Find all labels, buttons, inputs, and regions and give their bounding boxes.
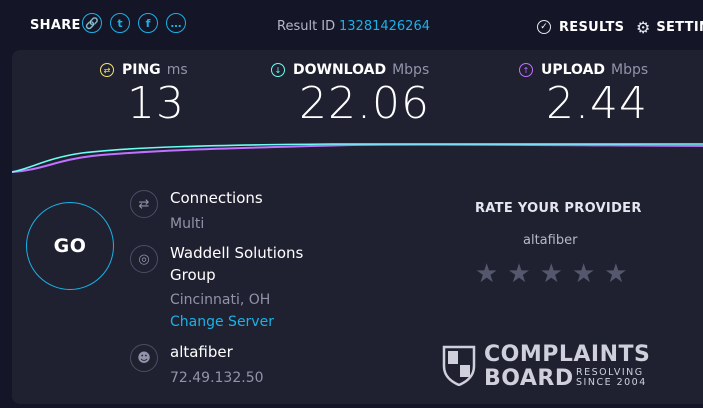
facebook-icon[interactable]: f [138, 13, 158, 33]
shield-icon [442, 345, 476, 386]
watermark-logo: COMPLAINTS BOARD RESOLVING SINCE 2004 [442, 342, 682, 392]
provider-name: altafiber [523, 233, 578, 248]
download-unit: Mbps [392, 62, 430, 78]
upload-icon: ↑ [519, 63, 533, 77]
settings-label: SETTINGS [656, 19, 703, 35]
download-label: DOWNLOAD [293, 62, 387, 78]
upload-graph-line [12, 143, 703, 173]
star-icon[interactable]: ★ [604, 261, 627, 287]
server-location: Cincinnati, OH [170, 292, 271, 308]
results-button[interactable]: ✓ RESULTS [537, 17, 624, 37]
ping-metric: ⇄ PING ms 13 [100, 60, 188, 128]
user-icon: ☻ [130, 344, 158, 372]
check-icon: ✓ [537, 20, 551, 34]
upload-unit: Mbps [611, 62, 649, 78]
speed-graph [12, 142, 703, 173]
results-label: RESULTS [559, 19, 625, 35]
result-id-link[interactable]: 13281426264 [339, 19, 430, 34]
change-server-link[interactable]: Change Server [170, 314, 274, 330]
upload-metric: ↑ UPLOAD Mbps 2.44 [519, 60, 648, 128]
ping-value: 13 [127, 78, 185, 129]
globe-icon: ◎ [130, 245, 158, 273]
go-button[interactable]: GO [26, 202, 114, 290]
ip-address: 72.49.132.50 [170, 370, 264, 386]
star-icon[interactable]: ★ [540, 261, 563, 287]
settings-button[interactable]: ⚙ SETTINGS [636, 17, 703, 37]
watermark-tag: RESOLVING SINCE 2004 [576, 368, 647, 388]
download-graph-line [12, 142, 703, 173]
connections-label: Connections [170, 189, 263, 207]
server-name-line1: Waddell Solutions [170, 244, 304, 262]
ping-label: PING [122, 62, 161, 78]
gear-icon: ⚙ [636, 17, 651, 37]
upload-value: 2.44 [546, 78, 648, 129]
link-icon[interactable]: 🔗 [82, 13, 102, 33]
star-rating: ★ ★ ★ ★ ★ [475, 261, 628, 287]
star-icon[interactable]: ★ [572, 261, 595, 287]
watermark-line2: BOARD [484, 366, 574, 391]
more-icon[interactable]: … [166, 13, 186, 33]
result-id-label: Result ID [277, 19, 336, 34]
upload-label: UPLOAD [541, 62, 606, 78]
connections-value: Multi [170, 216, 205, 232]
connections-icon: ⇄ [130, 190, 158, 218]
watermark-line1: COMPLAINTS [484, 342, 651, 367]
ping-icon: ⇄ [100, 63, 114, 77]
download-metric: ↓ DOWNLOAD Mbps 22.06 [271, 60, 430, 128]
ping-unit: ms [166, 62, 188, 78]
top-bar: SHARE 🔗 t f … Result ID 13281426264 ✓ RE… [0, 0, 703, 50]
twitter-icon[interactable]: t [110, 13, 130, 33]
download-value: 22.06 [299, 78, 430, 129]
download-icon: ↓ [271, 63, 285, 77]
watermark-tag2: SINCE 2004 [576, 377, 647, 388]
star-icon[interactable]: ★ [475, 261, 498, 287]
results-panel: ⇄ PING ms 13 ↓ DOWNLOAD Mbps 22.06 ↑ UPL… [12, 50, 703, 404]
server-name-line2: Group [170, 266, 216, 284]
star-icon[interactable]: ★ [507, 261, 530, 287]
isp-name: altafiber [170, 343, 233, 361]
share-label: SHARE [30, 18, 81, 33]
rate-title: RATE YOUR PROVIDER [475, 201, 642, 216]
